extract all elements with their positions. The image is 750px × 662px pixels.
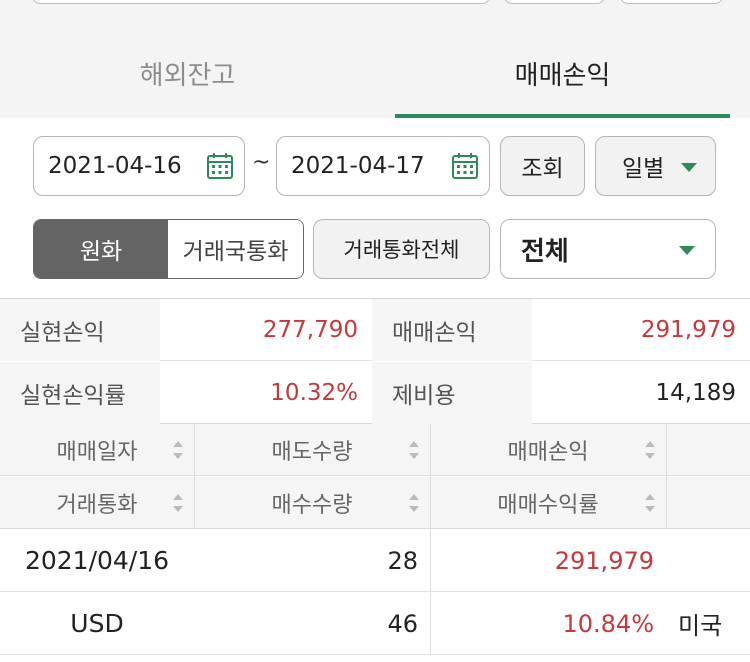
summary-table: 실현손익 277,790 매매손익 291,979 실현손익률 10.32% 제… — [0, 298, 750, 424]
period-select-label: 일별 — [622, 156, 665, 182]
col-trade-pl[interactable]: 매매손익 — [430, 424, 666, 475]
trade-grid: 매매일자 매도수량 매매손익 거래통화 매수수량 매매수익률 2021/04/1… — [0, 424, 750, 662]
trade-pl-value: 291,979 — [640, 317, 736, 343]
top-button-cut[interactable] — [504, 0, 605, 4]
cell-currency: USD — [70, 609, 124, 638]
fees-label: 제비용 — [372, 362, 532, 424]
table-row[interactable]: USD 46 10.84% 미국 — [0, 593, 750, 655]
column-divider — [430, 424, 431, 475]
realized-rate-label: 실현손익률 — [0, 362, 160, 424]
table-row[interactable]: 2021/04/16 28 291,979 — [0, 530, 750, 592]
col-trade-date[interactable]: 매매일자 — [0, 424, 194, 475]
tab-overseas-balance[interactable]: 해외잔고 — [0, 28, 375, 118]
column-divider — [194, 424, 195, 475]
top-input-cut[interactable] — [32, 0, 490, 4]
query-button[interactable]: 조회 — [500, 136, 585, 196]
col-currency[interactable]: 거래통화 — [0, 477, 194, 528]
cell-buy-qty: 46 — [387, 609, 418, 638]
col-buy-qty-label: 매수수량 — [271, 492, 353, 518]
col-sell-qty[interactable]: 매도수량 — [194, 424, 430, 475]
grid-header-row: 거래통화 매수수량 매매수익률 — [0, 477, 750, 529]
cell-extra — [666, 530, 750, 591]
column-divider — [666, 424, 667, 475]
col-currency-label: 거래통화 — [56, 492, 138, 518]
country-select-label: 전체 — [521, 236, 569, 267]
col-trade-pl-label: 매매손익 — [507, 439, 589, 465]
top-button-cut-2[interactable] — [620, 0, 723, 4]
date-range-separator: ~ — [252, 150, 271, 175]
sort-icon[interactable] — [644, 440, 656, 459]
tab-trade-profit[interactable]: 매매손익 — [395, 28, 730, 118]
start-date-field[interactable]: 2021-04-16 — [33, 136, 245, 196]
summary-row: 실현손익률 10.32% 제비용 14,189 — [0, 362, 750, 424]
tab-bar: 해외잔고 매매손익 — [0, 28, 750, 118]
cell-sell-qty: 28 — [387, 546, 418, 575]
col-return-rate[interactable]: 매매수익률 — [430, 477, 666, 528]
all-currency-button[interactable]: 거래통화전체 — [313, 219, 490, 279]
column-divider — [666, 477, 667, 528]
cell-country: 미국 — [678, 612, 723, 640]
period-select[interactable]: 일별 — [595, 136, 716, 196]
summary-row: 실현손익 277,790 매매손익 291,979 — [0, 299, 750, 361]
cell-trade-pl: 291,979 — [554, 546, 654, 575]
calendar-icon[interactable] — [206, 152, 234, 180]
start-date-value: 2021-04-16 — [48, 153, 182, 179]
trade-pl-label: 매매손익 — [372, 299, 532, 361]
caret-down-icon — [679, 246, 695, 255]
sort-icon[interactable] — [408, 440, 420, 459]
calendar-icon[interactable] — [451, 152, 479, 180]
realized-rate-value: 10.32% — [270, 380, 358, 406]
column-divider — [430, 593, 431, 654]
col-trade-date-label: 매매일자 — [56, 439, 138, 465]
column-divider — [430, 530, 431, 591]
toggle-krw[interactable]: 원화 — [34, 220, 168, 278]
col-sell-qty-label: 매도수량 — [271, 439, 353, 465]
end-date-value: 2021-04-17 — [291, 153, 425, 179]
column-divider — [430, 477, 431, 528]
sort-icon[interactable] — [172, 493, 184, 512]
sort-icon[interactable] — [172, 440, 184, 459]
grid-header-row: 매매일자 매도수량 매매손익 — [0, 424, 750, 476]
realized-pl-label: 실현손익 — [0, 299, 160, 361]
sort-icon[interactable] — [644, 493, 656, 512]
toggle-local-currency[interactable]: 거래국통화 — [168, 220, 303, 278]
country-select[interactable]: 전체 — [500, 219, 716, 279]
cell-trade-date: 2021/04/16 — [24, 546, 170, 575]
sort-icon[interactable] — [408, 493, 420, 512]
cell-return-rate: 10.84% — [562, 609, 654, 638]
realized-pl-value: 277,790 — [262, 317, 358, 343]
end-date-field[interactable]: 2021-04-17 — [276, 136, 490, 196]
top-toolbar-strip — [0, 0, 750, 28]
col-buy-qty[interactable]: 매수수량 — [194, 477, 430, 528]
column-divider — [194, 477, 195, 528]
fees-value: 14,189 — [655, 380, 736, 406]
caret-down-icon — [681, 163, 697, 172]
col-return-rate-label: 매매수익률 — [497, 492, 599, 518]
currency-toggle: 원화 거래국통화 — [33, 219, 304, 279]
